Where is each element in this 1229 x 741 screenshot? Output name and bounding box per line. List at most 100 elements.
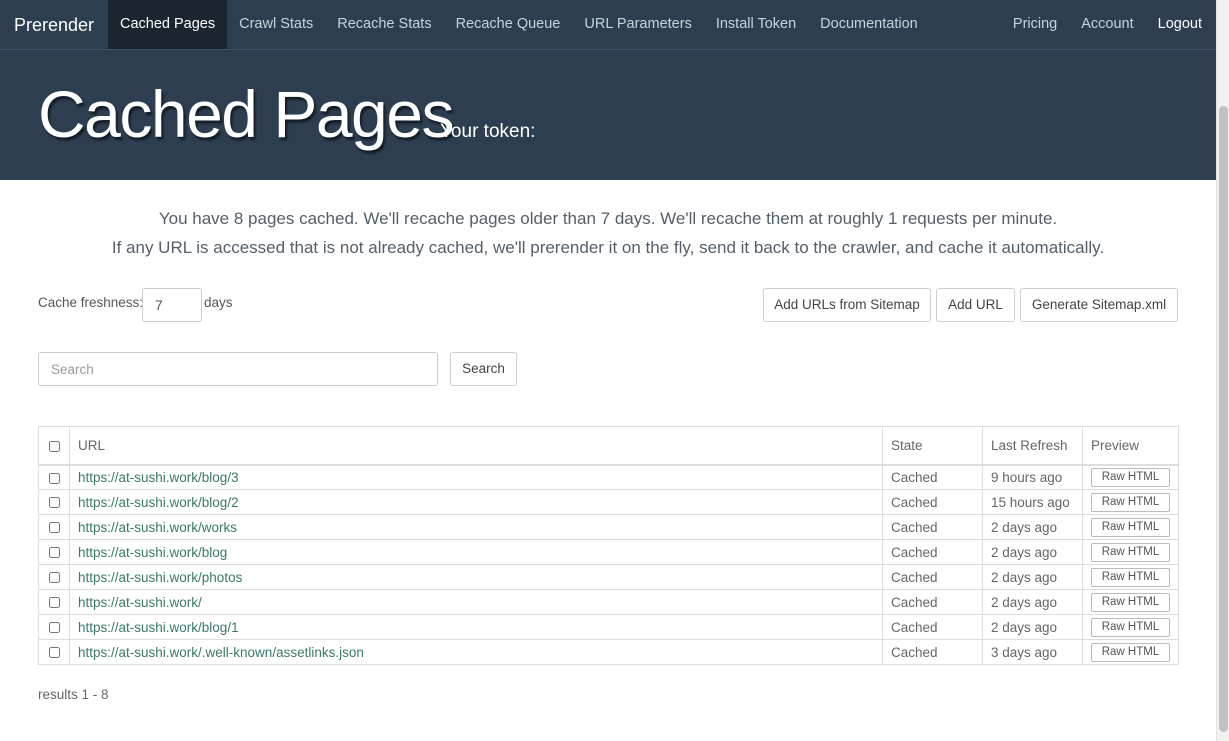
nav-recache-stats[interactable]: Recache Stats [325,0,443,49]
raw-html-button[interactable]: Raw HTML [1091,567,1170,587]
table-row: https://at-sushi.work/blog Cached 2 days… [38,539,1179,565]
cache-freshness-unit: days [204,295,233,310]
row-preview-cell: Raw HTML [1082,514,1179,540]
row-last-refresh: 2 days ago [982,539,1083,565]
row-url-link[interactable]: https://at-sushi.work/blog/2 [69,489,883,515]
column-header-last-refresh[interactable]: Last Refresh [982,426,1083,466]
cache-freshness-input[interactable] [142,288,202,322]
raw-html-button[interactable]: Raw HTML [1091,642,1170,662]
raw-html-button[interactable]: Raw HTML [1091,517,1170,537]
raw-html-button[interactable]: Raw HTML [1091,617,1170,637]
table-row: https://at-sushi.work/.well-known/assetl… [38,639,1179,665]
row-select-cell [38,564,70,590]
row-last-refresh: 3 days ago [982,639,1083,665]
table-header-row: URL State Last Refresh Preview [38,426,1179,466]
raw-html-button[interactable]: Raw HTML [1091,467,1170,487]
row-preview-cell: Raw HTML [1082,589,1179,615]
table-row: https://at-sushi.work/photos Cached 2 da… [38,564,1179,590]
top-navbar: Prerender Cached Pages Crawl Stats Recac… [0,0,1216,50]
row-state: Cached [882,564,983,590]
row-last-refresh: 2 days ago [982,614,1083,640]
nav-right-group: Pricing Account Logout [1001,0,1216,50]
table-row: https://at-sushi.work/blog/3 Cached 9 ho… [38,464,1179,490]
row-checkbox[interactable] [48,647,60,659]
nav-pricing[interactable]: Pricing [1001,0,1069,49]
row-preview-cell: Raw HTML [1082,539,1179,565]
cached-pages-table: URL State Last Refresh Preview https://a… [38,426,1179,665]
cache-freshness-label: Cache freshness: [38,295,144,310]
intro-summary-text: You have 8 pages cached. We'll recache p… [158,209,1058,228]
row-state: Cached [882,514,983,540]
nav-documentation[interactable]: Documentation [808,0,930,49]
nav-account[interactable]: Account [1069,0,1145,49]
row-url-link[interactable]: https://at-sushi.work/photos [69,564,883,590]
row-checkbox[interactable] [48,597,60,609]
row-select-cell [38,464,70,490]
row-state: Cached [882,589,983,615]
row-preview-cell: Raw HTML [1082,564,1179,590]
row-checkbox[interactable] [48,572,60,584]
generate-sitemap-button[interactable]: Generate Sitemap.xml [1020,288,1178,322]
table-row: https://at-sushi.work/ Cached 2 days ago… [38,589,1179,615]
column-header-state[interactable]: State [882,426,983,466]
row-url-link[interactable]: https://at-sushi.work/ [69,589,883,615]
search-button[interactable]: Search [450,352,517,386]
add-urls-from-sitemap-button[interactable]: Add URLs from Sitemap [763,288,931,322]
row-url-link[interactable]: https://at-sushi.work/blog [69,539,883,565]
add-url-button[interactable]: Add URL [936,288,1015,322]
row-select-cell [38,614,70,640]
results-count: results 1 - 8 [38,687,109,702]
raw-html-button[interactable]: Raw HTML [1091,492,1170,512]
intro-prerender-text: If any URL is accessed that is not alrea… [111,238,1105,257]
search-input[interactable] [38,352,438,386]
row-select-cell [38,539,70,565]
scrollbar-thumb[interactable] [1219,106,1228,732]
row-url-link[interactable]: https://at-sushi.work/blog/1 [69,614,883,640]
nav-crawl-stats[interactable]: Crawl Stats [227,0,325,49]
row-state: Cached [882,614,983,640]
select-all-checkbox[interactable] [48,440,60,452]
row-state: Cached [882,539,983,565]
column-header-preview: Preview [1082,426,1179,466]
row-select-cell [38,639,70,665]
row-select-cell [38,589,70,615]
row-select-cell [38,489,70,515]
token-label: Your token: [440,121,536,142]
row-last-refresh: 2 days ago [982,564,1083,590]
row-preview-cell: Raw HTML [1082,614,1179,640]
brand-logo[interactable]: Prerender [14,0,94,50]
row-checkbox[interactable] [48,522,60,534]
row-last-refresh: 2 days ago [982,514,1083,540]
select-all-cell [38,426,70,466]
raw-html-button[interactable]: Raw HTML [1091,592,1170,612]
table-row: https://at-sushi.work/blog/2 Cached 15 h… [38,489,1179,515]
row-url-link[interactable]: https://at-sushi.work/.well-known/assetl… [69,639,883,665]
row-last-refresh: 2 days ago [982,589,1083,615]
row-checkbox[interactable] [48,622,60,634]
table-row: https://at-sushi.work/works Cached 2 day… [38,514,1179,540]
row-checkbox[interactable] [48,472,60,484]
raw-html-button[interactable]: Raw HTML [1091,542,1170,562]
row-preview-cell: Raw HTML [1082,464,1179,490]
row-checkbox[interactable] [48,547,60,559]
row-state: Cached [882,489,983,515]
row-preview-cell: Raw HTML [1082,489,1179,515]
vertical-scrollbar[interactable] [1216,0,1229,741]
row-url-link[interactable]: https://at-sushi.work/blog/3 [69,464,883,490]
table-row: https://at-sushi.work/blog/1 Cached 2 da… [38,614,1179,640]
row-last-refresh: 15 hours ago [982,489,1083,515]
row-url-link[interactable]: https://at-sushi.work/works [69,514,883,540]
nav-install-token[interactable]: Install Token [704,0,808,49]
page-title: Cached Pages [38,77,454,151]
row-last-refresh: 9 hours ago [982,464,1083,490]
nav-logout[interactable]: Logout [1146,0,1216,49]
column-header-url[interactable]: URL [69,426,883,466]
nav-left-group: Cached Pages Crawl Stats Recache Stats R… [108,0,930,50]
nav-recache-queue[interactable]: Recache Queue [444,0,573,49]
row-checkbox[interactable] [48,497,60,509]
row-preview-cell: Raw HTML [1082,639,1179,665]
nav-cached-pages[interactable]: Cached Pages [108,0,228,49]
row-state: Cached [882,639,983,665]
nav-url-parameters[interactable]: URL Parameters [572,0,703,49]
row-state: Cached [882,464,983,490]
